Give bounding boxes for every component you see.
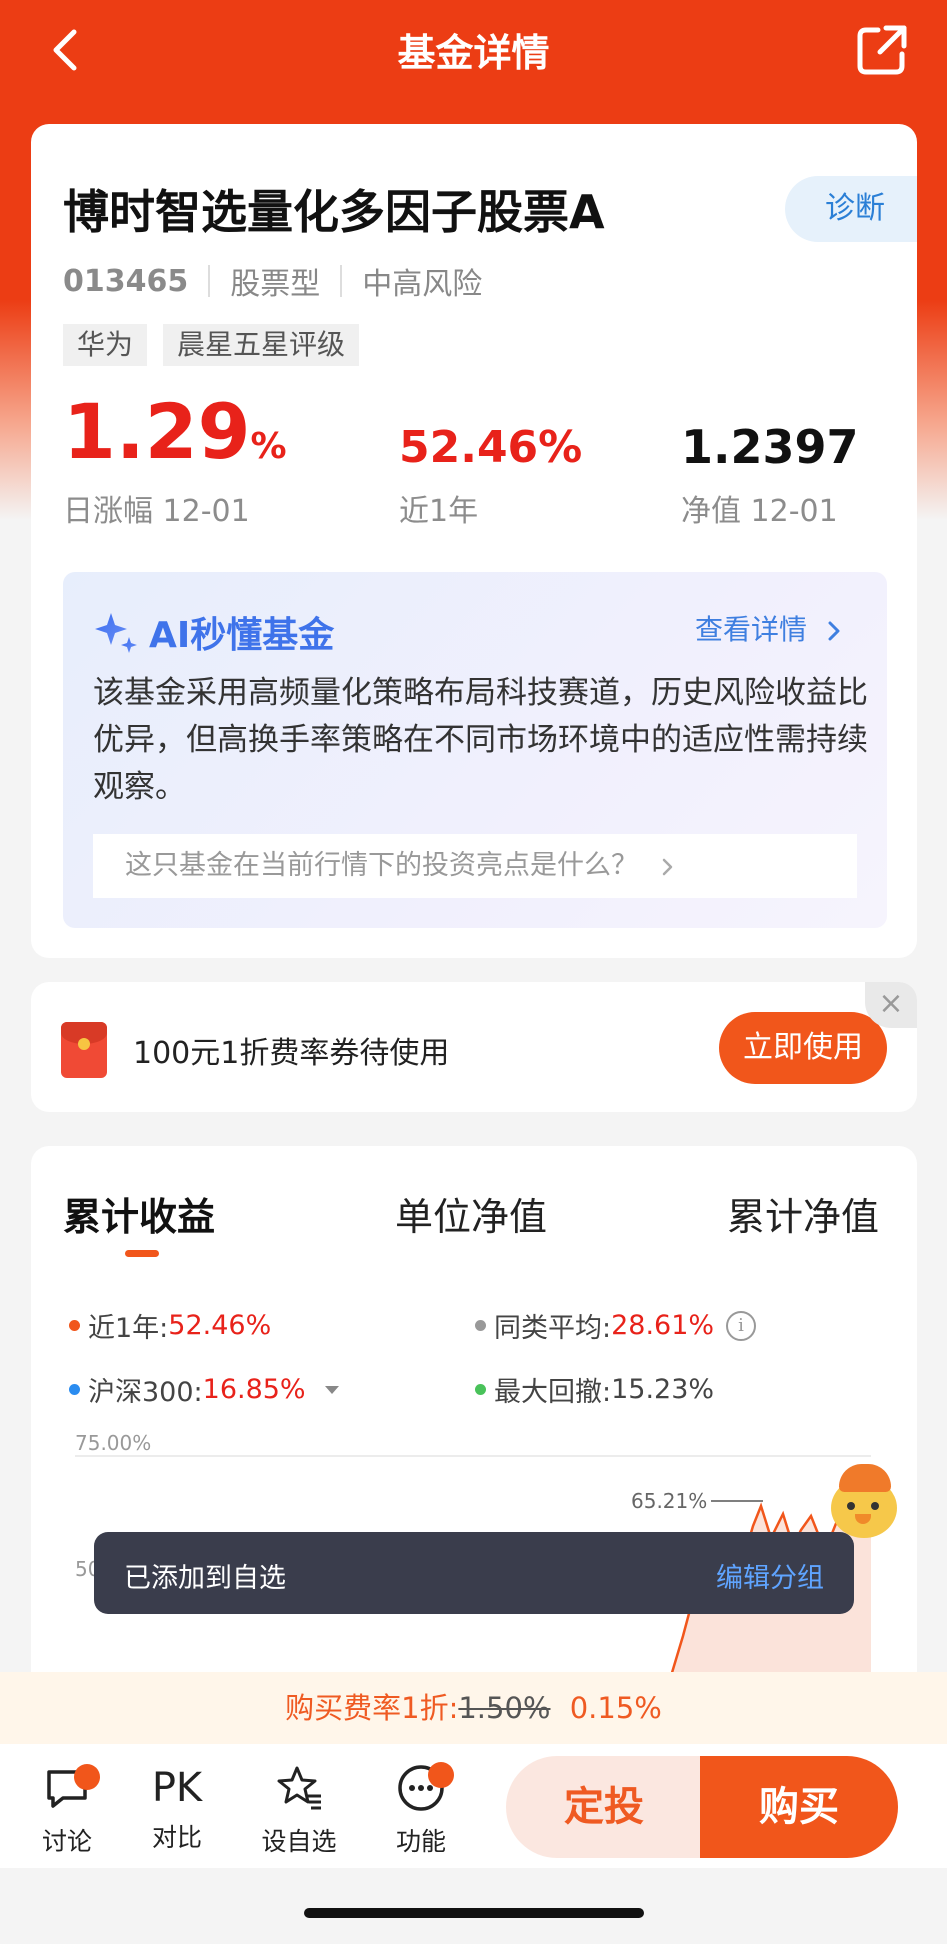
star-list-icon: [277, 1766, 321, 1810]
add-watchlist-button[interactable]: 设自选: [244, 1762, 354, 1858]
fee-original: 1.50%: [458, 1691, 551, 1725]
caret-down-icon: [324, 1385, 339, 1394]
toast-text: 已添加到自选: [124, 1563, 286, 1594]
daily-change-label: 日涨幅 12-01: [63, 494, 250, 529]
divider: [208, 265, 211, 297]
toast-message: 已添加到自选 编辑分组: [94, 1532, 854, 1614]
info-icon[interactable]: i: [726, 1310, 757, 1341]
coupon-card: 100元1折费率券待使用 立即使用 ×: [31, 982, 917, 1112]
close-icon[interactable]: ×: [865, 982, 917, 1028]
ai-summary-panel: AI秒懂基金 查看详情 该基金采用高频量化策略布局科技赛道，历史风险收益比优异，…: [63, 572, 887, 928]
notification-badge: [428, 1762, 454, 1788]
sparkle-icon: [95, 613, 137, 653]
fee-label: 购买费率1折:: [285, 1691, 459, 1725]
ai-summary-text: 该基金采用高频量化策略布局科技赛道，历史风险收益比优异，但高换手率策略在不同市场…: [93, 675, 868, 805]
fund-type: 股票型: [230, 267, 321, 302]
tab-cumulative-return[interactable]: 累计收益: [63, 1186, 215, 1241]
fund-meta-row: 013465 股票型 中高风险: [63, 259, 482, 303]
performance-card: 累计收益 单位净值 累计净值 近1年: 52.46% 同类平均: 28.61% i …: [31, 1146, 917, 1706]
tab-cumulative-nav[interactable]: 累计净值: [727, 1186, 879, 1241]
year-return-label: 近1年: [399, 494, 479, 529]
fee-discounted: 0.15%: [569, 1691, 662, 1725]
daily-change-value: 1.29%: [63, 387, 287, 476]
discuss-button[interactable]: 讨论: [12, 1762, 122, 1858]
pk-icon: PK: [151, 1765, 203, 1811]
legend-dot: [69, 1384, 80, 1395]
chevron-right-icon: [828, 621, 840, 641]
fund-code: 013465: [63, 263, 189, 299]
fund-tag[interactable]: 晨星五星评级: [163, 324, 360, 366]
legend-near-year: 近1年: 52.46%: [69, 1306, 271, 1345]
view-detail-link[interactable]: 查看详情: [695, 608, 844, 648]
legend-dot: [475, 1320, 486, 1331]
nav-value: 1.2397: [681, 420, 859, 474]
fund-info-card: 博时智选量化多因子股票A 诊断 013465 股票型 中高风险 华为 晨星五星评…: [31, 124, 917, 958]
diagnose-button[interactable]: 诊断: [785, 176, 917, 242]
legend-max-drawdown: 最大回撤: 15.23%: [475, 1370, 714, 1409]
edit-group-link[interactable]: 编辑分组: [716, 1556, 824, 1595]
page-title: 基金详情: [397, 31, 550, 75]
fund-tag[interactable]: 华为: [63, 324, 148, 366]
legend-hs300[interactable]: 沪深300: 16.85%: [69, 1370, 340, 1409]
auto-invest-button[interactable]: 定投: [506, 1756, 702, 1858]
tab-indicator: [125, 1250, 159, 1257]
year-return-value: 52.46%: [399, 422, 583, 473]
y-axis-label: 75.00%: [75, 1431, 151, 1455]
notification-badge: [74, 1764, 100, 1790]
nav-label: 净值 12-01: [681, 494, 838, 529]
ai-title: AI秒懂基金: [93, 606, 334, 658]
ai-question-button[interactable]: 这只基金在当前行情下的投资亮点是什么？: [93, 834, 857, 898]
tab-unit-nav[interactable]: 单位净值: [395, 1186, 547, 1241]
home-indicator[interactable]: [304, 1908, 644, 1918]
chevron-right-icon: [662, 858, 672, 875]
legend-dot: [475, 1384, 486, 1395]
legend-peer-average: 同类平均: 28.61% i: [475, 1306, 757, 1345]
share-button[interactable]: [852, 20, 912, 80]
share-icon: [857, 25, 907, 75]
fund-name: 博时智选量化多因子股票A: [63, 185, 605, 239]
use-coupon-button[interactable]: 立即使用: [719, 1012, 887, 1084]
divider: [340, 265, 343, 297]
fee-rate-bar: 购买费率1折:1.50% 0.15%: [0, 1672, 947, 1744]
functions-button[interactable]: 功能: [366, 1762, 476, 1858]
bottom-action-bar: 讨论 PK 对比 设自选 功能 定投 购买: [0, 1744, 947, 1868]
legend-dot: [69, 1320, 80, 1331]
compare-button[interactable]: PK 对比: [122, 1762, 232, 1854]
peak-label: 65.21%: [631, 1489, 707, 1513]
coupon-text: 100元1折费率券待使用: [133, 1036, 450, 1071]
fund-risk: 中高风险: [362, 267, 483, 302]
red-packet-icon: [61, 1022, 107, 1078]
buy-button[interactable]: 购买: [700, 1756, 898, 1858]
